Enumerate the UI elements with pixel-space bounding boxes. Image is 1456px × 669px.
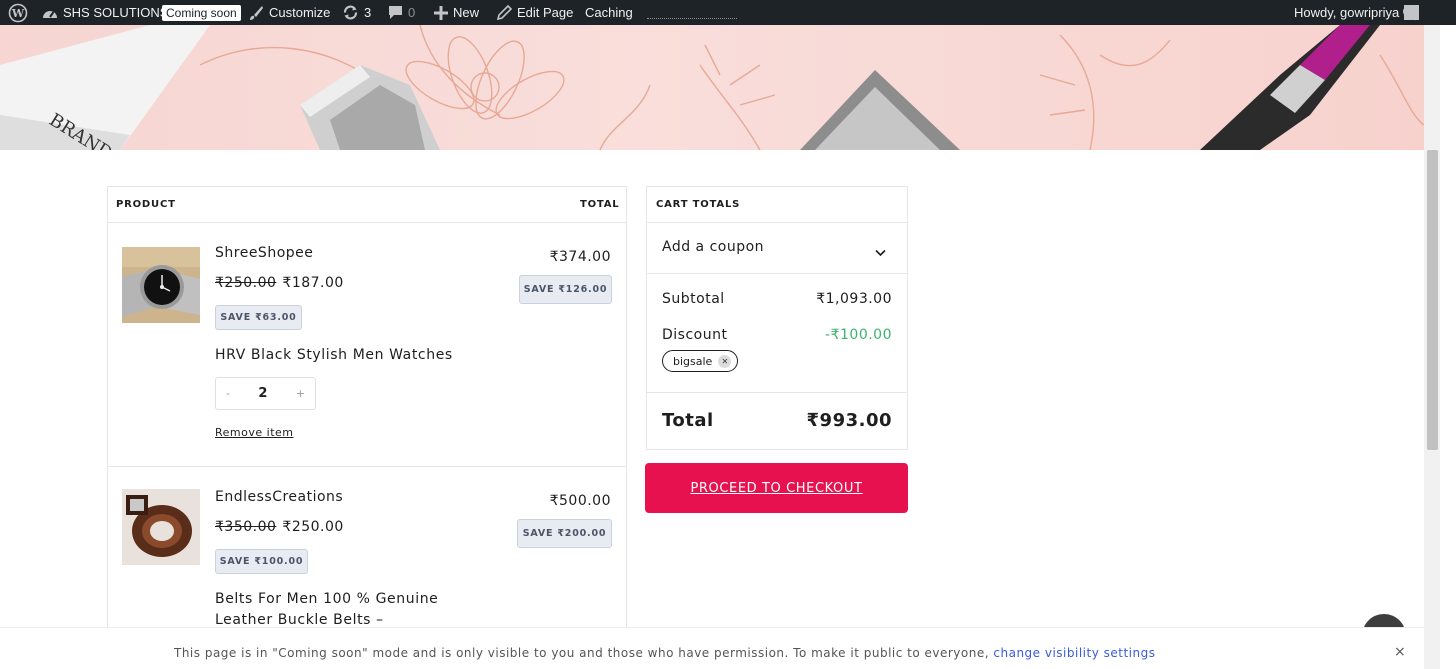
brush-icon [248,5,264,21]
product-image-belt[interactable] [122,489,200,565]
comment-icon [388,5,403,20]
regular-price: ₹250.00 [215,275,277,291]
plus-icon [434,5,448,20]
regular-price: ₹350.00 [215,519,277,535]
product-prices: ₹350.00 ₹250.00 [215,519,344,535]
admin-bar: W SHS SOLUTIONS Coming soon Customize 3 … [0,0,1456,25]
refresh-icon [342,4,359,21]
unit-save-badge: SAVE ₹63.00 [215,305,302,330]
product-title[interactable]: HRV Black Stylish Men Watches [215,345,453,366]
product-store-name[interactable]: ShreeShopee [215,245,313,261]
unit-save-badge: SAVE ₹100.00 [215,549,308,574]
site-name-link[interactable]: SHS SOLUTIONS [42,0,168,25]
coupon-code: bigsale [673,354,713,368]
column-header-product: PRODUCT [116,199,176,210]
change-visibility-link[interactable]: change visibility settings [993,646,1155,660]
notice-text: This page is in "Coming soon" mode and i… [174,646,990,660]
wordpress-logo-icon: W [8,3,28,23]
line-total: ₹500.00 [549,493,611,509]
coming-soon-notice: This page is in "Coming soon" mode and i… [0,627,1424,669]
comments-count: 0 [408,5,416,20]
product-image-watch[interactable] [122,247,200,323]
dashboard-icon [42,6,58,20]
quantity-stepper: - 2 + [215,377,316,410]
coupon-toggle[interactable]: Add a coupon [647,223,907,273]
cart-totals-heading: CART TOTALS [656,199,741,210]
total-label: Total [662,410,714,431]
sale-price: ₹187.00 [282,275,344,291]
quantity-input[interactable]: 2 [258,386,267,401]
line-total: ₹374.00 [549,249,611,265]
cart-items-table: PRODUCT TOTAL ShreeShopee ₹250.00 ₹187.00… [107,186,627,646]
caching-link[interactable]: Caching [585,0,633,25]
edit-page-link[interactable]: Edit Page [497,0,573,25]
proceed-to-checkout-button[interactable]: PROCEED TO CHECKOUT [645,463,908,513]
search-icon [1402,5,1418,21]
wordpress-menu[interactable]: W [8,0,28,25]
sale-price: ₹250.00 [282,519,344,535]
pencil-icon [497,5,512,20]
updates-count: 3 [364,5,372,20]
product-store-name[interactable]: EndlessCreations [215,489,343,505]
site-name: SHS SOLUTIONS [63,5,169,20]
new-label: New [453,5,480,20]
greeting: Howdy, gowripriya [1294,5,1400,20]
row-divider [108,466,626,467]
admin-search-button[interactable] [1402,0,1418,25]
header-divider [108,222,626,223]
close-notice-button[interactable]: × [1394,644,1406,660]
notice-message: This page is in "Coming soon" mode and i… [174,646,1155,660]
subtotal-label: Subtotal [662,291,725,307]
coming-soon-badge-link[interactable]: Coming soon [162,0,241,25]
close-icon[interactable]: ✕ [718,354,732,368]
customize-link[interactable]: Customize [248,0,330,25]
edit-page-label: Edit Page [517,5,574,20]
caching-label: Caching [585,5,633,20]
admin-bar-divider [647,18,737,19]
page-scrollbar-thumb[interactable] [1427,150,1438,450]
hero-banner: BRAND [0,25,1424,150]
discount-label: Discount [662,327,728,343]
applied-coupon-chip: bigsale ✕ [662,350,739,372]
discount-value: -₹100.00 [825,327,892,343]
coupon-label: Add a coupon [662,239,765,255]
quantity-increase-button[interactable]: + [296,387,305,400]
totals-divider [647,392,907,393]
customize-label: Customize [269,5,331,20]
line-save-badge: SAVE ₹200.00 [517,519,612,548]
comments-link[interactable]: 0 [388,0,415,25]
chevron-down-icon [875,242,886,261]
coming-soon-badge: Coming soon [162,4,241,21]
totals-divider [647,273,907,274]
remove-item-link[interactable]: Remove item [215,426,294,439]
total-value: ₹993.00 [806,410,892,431]
line-save-badge: SAVE ₹126.00 [519,275,612,304]
svg-text:W: W [11,7,25,20]
account-menu[interactable]: Howdy, gowripriya [1294,0,1420,25]
updates-link[interactable]: 3 [342,0,371,25]
new-content-link[interactable]: New [434,0,479,25]
product-prices: ₹250.00 ₹187.00 [215,275,344,291]
cart-totals-panel: CART TOTALS Add a coupon Subtotal ₹1,093… [646,186,908,450]
column-header-total: TOTAL [580,199,620,210]
quantity-decrease-button[interactable]: - [226,387,230,400]
subtotal-value: ₹1,093.00 [816,291,892,307]
product-title-line-1[interactable]: Belts For Men 100 % Genuine [215,589,438,610]
hero-illustration: BRAND [0,25,1424,150]
